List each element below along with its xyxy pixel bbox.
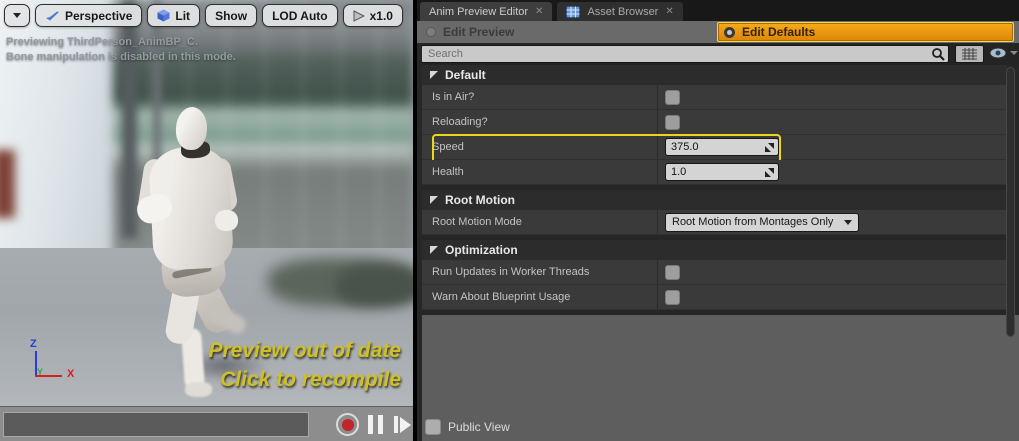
viewport-options-button[interactable] [4, 4, 30, 27]
edit-preview-button[interactable]: Edit Preview [426, 21, 514, 43]
health-number-field[interactable] [665, 163, 779, 181]
anim-preview-editor-window: Perspective Lit Show LOD Auto x1.0 Previ… [0, 0, 1019, 441]
timeline-scrubber[interactable] [3, 412, 309, 437]
reloading-checkbox[interactable] [665, 114, 680, 130]
search-icon [932, 48, 945, 61]
speed-number-field[interactable] [665, 138, 779, 156]
background-bush [336, 266, 413, 306]
grid-view-icon [962, 48, 977, 60]
3d-viewport[interactable]: Perspective Lit Show LOD Auto x1.0 Previ… [0, 0, 413, 406]
lit-cube-icon [157, 9, 170, 22]
previewing-line: Previewing ThirdPerson_AnimBP_C. [6, 36, 198, 48]
root-motion-mode-dropdown[interactable]: Root Motion from Montages Only [665, 212, 859, 232]
section-default: Default Is in Air? Reloading? Speed 375.… [422, 65, 1007, 185]
close-icon[interactable]: ✕ [535, 6, 543, 17]
property-row-reloading: Reloading? [422, 110, 1007, 135]
expand-arrow-icon [430, 196, 438, 204]
run-updates-checkbox[interactable] [665, 264, 680, 280]
bone-manipulation-line: Bone manipulation is disabled in this mo… [6, 51, 236, 63]
edit-defaults-button[interactable]: Edit Defaults [717, 22, 1014, 42]
property-row-run-updates: Run Updates in Worker Threads [422, 260, 1007, 285]
z-axis-label: Z [30, 338, 37, 350]
spinbox-drag-icon [765, 142, 774, 152]
step-forward-button[interactable] [394, 415, 412, 434]
tab-asset-browser[interactable]: Asset Browser ✕ [557, 2, 683, 21]
pause-icon [368, 415, 373, 434]
public-view-toggle[interactable]: Public View [425, 419, 510, 435]
preview-info-text: Previewing ThirdPerson_AnimBP_C. Bone ma… [6, 35, 236, 65]
panel-lower-area [422, 315, 1019, 441]
asset-browser-icon [566, 5, 581, 18]
eye-icon [989, 47, 1007, 59]
step-forward-icon [394, 416, 398, 433]
expand-arrow-icon [430, 246, 438, 254]
close-icon[interactable]: ✕ [665, 6, 673, 17]
radio-icon [426, 27, 436, 37]
record-icon [341, 418, 354, 431]
scrollbar[interactable] [1006, 67, 1015, 337]
expand-arrow-icon [430, 71, 438, 79]
speed-input[interactable] [671, 141, 765, 153]
spinbox-drag-icon [765, 167, 774, 177]
is-in-air-checkbox[interactable] [665, 89, 680, 105]
property-row-is-in-air: Is in Air? [422, 85, 1007, 110]
anim-preview-editor-panel: Anim Preview Editor ✕ Asset Browser ✕ Ed… [417, 0, 1019, 441]
radio-icon [724, 26, 735, 38]
chevron-down-icon [13, 13, 21, 18]
section-header-optimization[interactable]: Optimization [422, 240, 1007, 260]
section-header-default[interactable]: Default [422, 65, 1007, 85]
perspective-icon [46, 11, 59, 20]
column-view-button[interactable] [955, 45, 984, 63]
section-header-root-motion[interactable]: Root Motion [422, 190, 1007, 210]
preview-out-of-date-overlay[interactable]: Preview out of date Click to recompile [208, 336, 401, 394]
viewport-toolbar: Perspective Lit Show LOD Auto x1.0 [4, 4, 403, 27]
edit-mode-toggle-row: Edit Preview Edit Defaults [417, 21, 1019, 43]
perspective-button[interactable]: Perspective [35, 4, 143, 27]
playback-bar [0, 406, 413, 441]
public-view-checkbox[interactable] [425, 419, 441, 435]
record-button[interactable] [336, 413, 359, 436]
x-axis-label: X [67, 368, 75, 380]
search-input[interactable] [421, 45, 949, 63]
y-axis-label: Y [37, 367, 44, 377]
tab-bar: Anim Preview Editor ✕ Asset Browser ✕ [417, 0, 1019, 21]
play-icon [353, 9, 365, 22]
tab-anim-preview-editor[interactable]: Anim Preview Editor ✕ [420, 2, 553, 21]
property-row-warn-blueprint: Warn About Blueprint Usage [422, 285, 1007, 310]
health-input[interactable] [671, 166, 765, 178]
axis-gizmo: Z Y X [26, 338, 86, 390]
section-optimization: Optimization Run Updates in Worker Threa… [422, 240, 1007, 310]
property-row-speed: Speed [422, 134, 1007, 163]
property-row-root-motion-mode: Root Motion Mode Root Motion from Montag… [422, 210, 1007, 235]
background-object [0, 150, 15, 218]
property-row-health: Health [422, 160, 1007, 185]
lod-auto-button[interactable]: LOD Auto [262, 4, 338, 27]
property-grid: Default Is in Air? Reloading? Speed 375.… [422, 65, 1007, 315]
section-root-motion: Root Motion Root Motion Mode Root Motion… [422, 190, 1007, 235]
view-options-button[interactable] [989, 47, 1018, 59]
pause-button[interactable] [368, 415, 383, 434]
lit-mode-button[interactable]: Lit [147, 4, 201, 27]
show-menu-button[interactable]: Show [205, 4, 258, 27]
chevron-down-icon [1010, 51, 1018, 55]
search-row [417, 43, 1019, 65]
playback-speed-button[interactable]: x1.0 [342, 4, 403, 27]
chevron-down-icon [844, 219, 852, 225]
warn-blueprint-checkbox[interactable] [665, 289, 680, 305]
